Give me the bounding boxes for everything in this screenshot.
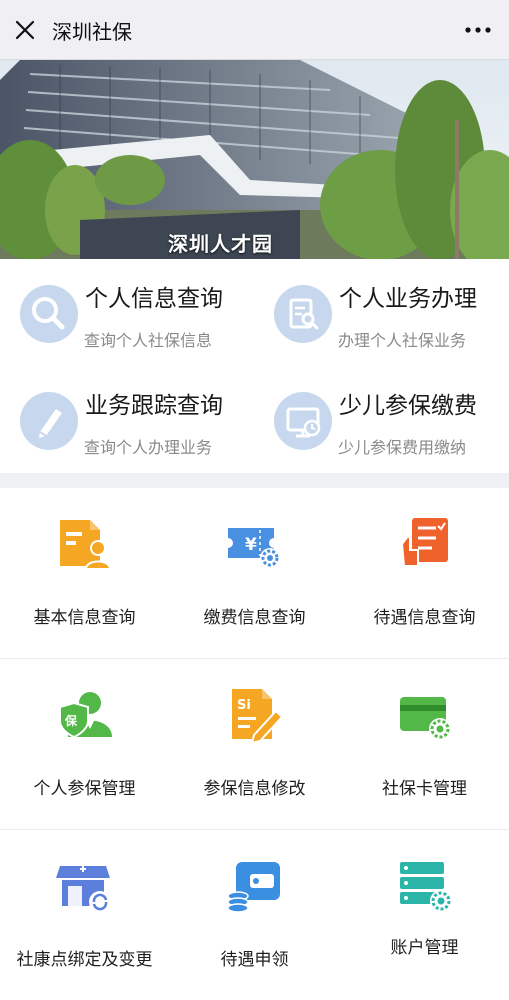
card-gear-icon: [394, 685, 456, 745]
grid-item-personal-insurance[interactable]: 保 个人参保管理: [0, 659, 169, 829]
grid-item-label: 参保信息修改: [203, 779, 306, 799]
quick-item-child-insurance[interactable]: 少儿参保缴费 少儿参保费用缴纳: [254, 366, 508, 473]
quick-item-subtitle: 查询个人办理业务: [84, 438, 213, 457]
checklist-hand-icon: [394, 514, 456, 574]
quick-item-subtitle: 办理个人社保业务: [338, 331, 467, 350]
quick-item-business-tracking[interactable]: 业务跟踪查询 查询个人办理业务: [0, 366, 254, 473]
quick-services: 个人信息查询 查询个人社保信息 个人业务办理 办理个人社保业务 业务跟踪查询 查…: [0, 259, 509, 473]
grid-item-basic-info[interactable]: 基本信息查询: [0, 488, 169, 658]
grid-item-benefit-info[interactable]: 待遇信息查询: [340, 488, 509, 658]
search-icon: [20, 285, 78, 343]
grid-item-label: 社康点绑定及变更: [16, 950, 153, 970]
more-options-icon[interactable]: [463, 18, 493, 42]
grid-item-payment-info[interactable]: ¥ 缴费信息查询: [170, 488, 339, 658]
grid-item-label: 社保卡管理: [382, 779, 467, 799]
document-search-icon: [274, 285, 332, 343]
grid-item-insurance-edit[interactable]: Si 参保信息修改: [170, 659, 339, 829]
wallet-coins-icon: [224, 856, 286, 916]
svg-text:Si: Si: [237, 698, 251, 713]
quick-item-title: 少儿参保缴费: [339, 393, 477, 419]
id-card-icon: [54, 514, 116, 574]
grid-item-benefit-claim[interactable]: 待遇申领: [170, 830, 339, 1000]
grid-item-label: 基本信息查询: [33, 608, 136, 628]
clinic-refresh-icon: [54, 856, 116, 916]
grid-item-label: 账户管理: [390, 938, 459, 958]
grid-item-clinic-binding[interactable]: 社康点绑定及变更: [0, 830, 169, 1000]
grid-item-account-management[interactable]: 账户管理: [340, 830, 509, 1000]
si-document-edit-icon: Si: [224, 685, 286, 745]
quick-item-title: 个人业务办理: [339, 286, 477, 312]
insured-person-icon: 保: [54, 685, 116, 745]
grid-item-label: 个人参保管理: [33, 779, 136, 799]
service-grid: 基本信息查询 ¥ 缴费信息查询 待遇信息查询 保 个人参保管理 Si 参保信息修…: [0, 488, 509, 1000]
server-gear-icon: [394, 856, 456, 916]
grid-item-social-card[interactable]: 社保卡管理: [340, 659, 509, 829]
quick-item-title: 业务跟踪查询: [85, 393, 223, 419]
banner-image: 深圳人才园: [0, 60, 509, 259]
monitor-clock-icon: [274, 392, 332, 450]
quick-item-personal-info[interactable]: 个人信息查询 查询个人社保信息: [0, 259, 254, 366]
quick-item-subtitle: 查询个人社保信息: [84, 331, 213, 350]
svg-text:¥: ¥: [245, 535, 257, 555]
quick-item-subtitle: 少儿参保费用缴纳: [338, 438, 467, 457]
banner-sign-text: 深圳人才园: [168, 232, 273, 256]
grid-item-label: 待遇申领: [220, 950, 289, 970]
page-title: 深圳社保: [52, 20, 132, 44]
section-divider: [0, 473, 509, 488]
top-bar: 深圳社保: [0, 0, 509, 60]
quick-item-personal-business[interactable]: 个人业务办理 办理个人社保业务: [254, 259, 508, 366]
svg-text:保: 保: [64, 713, 78, 728]
grid-item-label: 待遇信息查询: [373, 608, 476, 628]
pencil-icon: [20, 392, 78, 450]
grid-item-label: 缴费信息查询: [203, 608, 306, 628]
close-icon[interactable]: [13, 18, 37, 42]
quick-item-title: 个人信息查询: [85, 286, 223, 312]
ticket-yen-gear-icon: ¥: [224, 514, 286, 574]
